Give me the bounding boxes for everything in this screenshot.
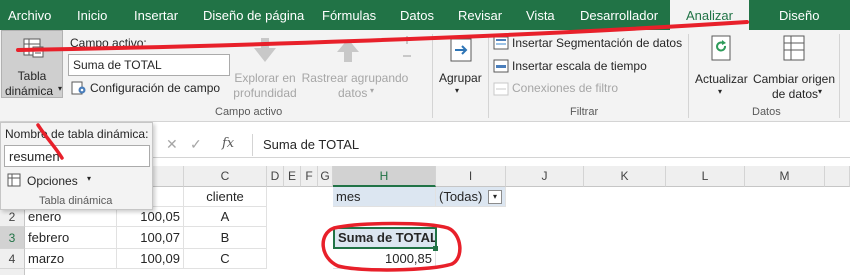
data-source-icon [783,35,805,61]
slicer-icon [493,36,509,50]
pivot-button-line1: Tabla [17,69,47,83]
options-button[interactable]: Opciones [27,174,78,188]
column-header-d[interactable]: D [267,166,284,187]
enter-icon[interactable]: ✓ [190,136,202,153]
pivot-name-input[interactable]: resumen [4,145,150,167]
function-icon[interactable]: fx [222,136,234,151]
row-header[interactable]: 3 [0,227,25,249]
drill-up-icon [337,39,359,62]
cell-total[interactable]: 100,09 [117,249,184,269]
cell-total[interactable]: 100,05 [117,207,184,227]
ribbon-body: Tabla dinámica ▾ Campo activo: Suma de T… [0,30,850,122]
change-source-label-2: de datos [772,87,819,101]
column-header-f[interactable]: F [301,166,318,187]
column-header[interactable] [825,166,850,187]
timeline-icon [493,59,509,73]
pivot-button-line2: dinámica [5,84,54,98]
filter-connections-button[interactable]: Conexiones de filtro [512,81,618,95]
filter-connections-icon [493,82,509,96]
chevron-down-icon: ▾ [818,87,823,96]
cell-month[interactable]: febrero [25,227,117,249]
formula-input[interactable]: Suma de TOTAL [252,134,850,156]
pivot-table-icon [23,38,44,58]
pivot-value-cell[interactable]: 1000,85 [333,249,436,269]
column-header-k[interactable]: K [584,166,666,187]
filter-dropdown-icon[interactable]: ▾ [488,190,502,204]
cell-client[interactable]: C [184,249,267,269]
pivot-table-button[interactable]: Tabla dinámica ▾ [1,30,63,98]
pivot-value-header[interactable]: Suma de TOTAL [333,227,437,249]
column-header-j[interactable]: J [506,166,584,187]
active-field-group-label: Campo activo [215,106,283,118]
cell-total[interactable]: 100,07 [117,227,184,249]
column-header-h[interactable]: H [333,166,436,187]
chevron-down-icon: ▾ [455,86,460,95]
tab-diseno[interactable]: Diseño [779,8,819,23]
dropdown-arrow-icon: ▾ [58,84,63,93]
chevron-down-icon: ▾ [87,174,92,183]
options-icon [7,173,21,187]
column-header-g[interactable]: G [318,166,333,187]
change-data-source-button[interactable]: Cambiar origen de datos ▾ [752,32,836,101]
drill-up-label-2: datos [338,86,368,100]
drill-down-icon [254,38,276,62]
active-field-input[interactable]: Suma de TOTAL [68,54,230,76]
group-divider [432,34,433,118]
column-header-m[interactable]: M [745,166,825,187]
cell-cliente-header[interactable]: cliente [184,187,267,207]
refresh-icon [711,35,731,61]
row-header[interactable]: 2 [0,207,25,227]
insert-timeline-button[interactable]: Insertar escala de tiempo [512,59,647,73]
cell-month[interactable]: enero [25,207,117,227]
pivot-table-dropdown: Nombre de tabla dinámica: resumen Opcion… [0,122,153,210]
cell-client[interactable]: B [184,227,267,249]
tab-analizar[interactable]: Analizar [670,0,749,30]
refresh-label: Actualizar [695,72,748,86]
fill-handle[interactable] [433,246,438,251]
group-button[interactable]: Agrupar ▾ [437,34,485,98]
ribbon-tab-bar: Archivo Inicio Insertar Diseño de página… [0,0,850,30]
chevron-down-icon: ▾ [718,87,723,96]
cell-client[interactable]: A [184,207,267,227]
refresh-button[interactable]: Actualizar ▾ [692,32,750,100]
pivot-filter-label[interactable]: mes [333,187,436,207]
expand-collapse-icon [403,36,411,57]
tab-diseno-pagina[interactable]: Diseño de página [203,8,304,23]
tab-archivo[interactable]: Archivo [8,8,51,23]
tab-insertar[interactable]: Insertar [134,8,178,23]
chevron-down-icon: ▾ [370,86,375,95]
active-field-label: Campo activo: [70,36,147,50]
row-header[interactable] [0,269,25,275]
tab-desarrollador[interactable]: Desarrollador [580,8,658,23]
data-group-label: Datos [752,106,781,118]
group-divider [839,34,840,118]
tab-revisar[interactable]: Revisar [458,8,502,23]
group-label: Agrupar [439,71,482,85]
group-divider [688,34,689,118]
drill-up-button[interactable]: Rastrear agrupando [300,71,410,85]
column-header-c[interactable]: C [184,166,267,187]
cell-month[interactable]: marzo [25,249,117,269]
tab-formulas[interactable]: Fórmulas [322,8,376,23]
filter-group-label: Filtrar [570,106,599,118]
drill-down-button[interactable]: Explorar en [232,71,298,85]
pivot-name-label: Nombre de tabla dinámica: [5,127,149,141]
field-settings-icon [71,81,86,95]
column-header-i[interactable]: I [436,166,506,187]
column-header-l[interactable]: L [666,166,745,187]
tab-inicio[interactable]: Inicio [77,8,107,23]
change-source-label-1: Cambiar origen [752,72,836,86]
column-header-e[interactable]: E [284,166,301,187]
tab-datos[interactable]: Datos [400,8,434,23]
tab-vista[interactable]: Vista [526,8,555,23]
group-divider [488,34,489,118]
pivot-group-label: Tabla dinámica [39,195,113,207]
insert-slicer-button[interactable]: Insertar Segmentación de datos [512,36,682,50]
drill-down-label-2: profundidad [233,86,297,100]
field-settings-button[interactable]: Configuración de campo [90,81,220,95]
cancel-icon[interactable]: ✕ [166,136,178,153]
row-header[interactable]: 4 [0,249,25,269]
group-arrow-icon [450,38,472,62]
